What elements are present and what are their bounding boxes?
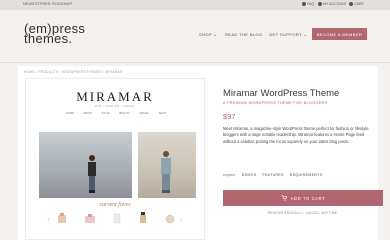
features-link[interactable]: FEATURES: [262, 173, 283, 177]
preview-menu-item: TRAVEL: [139, 112, 150, 115]
faq-link[interactable]: FAQ: [302, 2, 314, 6]
cart-icon: [349, 2, 353, 6]
header-divider: [0, 62, 390, 63]
preview-site-title: MIRAMAR: [76, 89, 154, 104]
free-roadmap-link[interactable]: FREE ROADMAP: [40, 2, 72, 6]
explore-label: explore:: [223, 173, 236, 177]
cart-icon: [281, 195, 287, 201]
product-thumb: [58, 213, 66, 223]
preview-products-row: [56, 212, 176, 224]
product-section: HOME / PRODUCTS / WORDPRESS THEMES / MIR…: [18, 66, 383, 240]
faq-label: FAQ: [307, 2, 315, 6]
preview-tagline: LIFE • FASHION • TRAVEL: [94, 105, 136, 108]
cart-label: CART: [354, 2, 364, 6]
chevron-right-icon: ›: [180, 217, 182, 223]
site-logo[interactable]: (em)press themes.: [24, 22, 85, 45]
preview-menu-item: SHOP: [158, 112, 166, 115]
preview-menu-item: STYLE: [101, 112, 110, 115]
chevron-left-icon: ‹: [48, 217, 50, 223]
cart-link[interactable]: CART: [349, 2, 364, 6]
demos-link[interactable]: DEMOS: [242, 173, 257, 177]
become-a-member-button[interactable]: BECOME A MEMBER: [312, 28, 367, 40]
site-header: (em)press themes. SHOP ⌄ READ THE BLOG G…: [0, 10, 390, 57]
product-thumb: [113, 213, 121, 224]
preview-section-heading: current faves: [99, 202, 131, 208]
product-subtitle: A PREMIUM WORDPRESS THEME FOR BLOGGERS: [223, 101, 328, 105]
requirements-link[interactable]: REQUIREMENTS: [290, 173, 323, 177]
product-thumb: [85, 214, 95, 223]
my-account-label: MY ACCOUNT: [323, 2, 347, 6]
product-thumb: [165, 214, 175, 224]
nav-shop[interactable]: SHOP ⌄: [199, 32, 217, 37]
user-icon: [318, 2, 322, 6]
theme-preview-image[interactable]: MIRAMAR LIFE • FASHION • TRAVEL HOME ABO…: [25, 78, 205, 240]
question-icon: [302, 2, 306, 6]
product-description: Meet Miramar, a magazine-style WordPress…: [223, 126, 369, 144]
add-to-cart-label: ADD TO CART: [290, 195, 326, 201]
preview-menu-item: ABOUT: [83, 112, 93, 115]
preview-photo-street: [39, 132, 132, 198]
product-price: $97: [223, 112, 236, 121]
renewal-note: RENEWS ANNUALLY. CANCEL ANYTIME.: [267, 211, 339, 215]
nav-get-support[interactable]: GET SUPPORT ⌄: [269, 32, 307, 37]
newest-link[interactable]: NEWEST: [23, 2, 40, 6]
nav-read-the-blog[interactable]: READ THE BLOG: [225, 32, 263, 37]
product-title: Miramar WordPress Theme: [223, 88, 340, 99]
explore-links: explore: DEMOS FEATURES REQUIREMENTS: [223, 173, 322, 177]
utility-bar: NEWEST FREE ROADMAP FAQ MY ACCOUNT CART: [0, 0, 390, 10]
person-figure: [161, 151, 171, 193]
preview-menu: HOME ABOUT STYLE BEAUTY TRAVEL SHOP: [66, 112, 166, 115]
breadcrumb: HOME / PRODUCTS / WORDPRESS THEMES / MIR…: [24, 70, 123, 74]
product-thumb: [140, 212, 146, 223]
preview-menu-item: HOME: [66, 112, 74, 115]
preview-photo-beach: [138, 132, 196, 198]
person-figure: [88, 155, 96, 193]
preview-menu-item: BEAUTY: [119, 112, 130, 115]
my-account-link[interactable]: MY ACCOUNT: [318, 2, 347, 6]
add-to-cart-button[interactable]: ADD TO CART: [223, 190, 383, 206]
